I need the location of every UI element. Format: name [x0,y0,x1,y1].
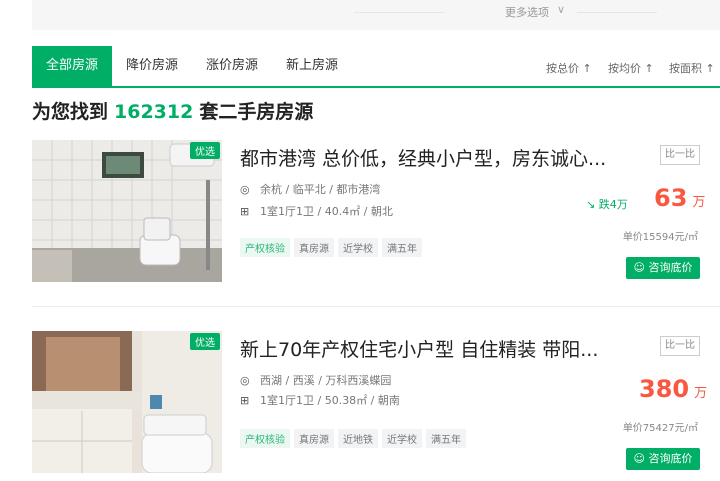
tag: 近学校 [382,429,422,448]
tag: 满五年 [382,238,422,257]
more-options-button[interactable]: 更多选项 [505,4,549,20]
spec-text: 1室1厅1卫 / 50.38㎡ / 朝南 [260,394,400,407]
listing-title[interactable]: 都市港湾 总价低，经典小户型，房东诚心... [240,144,606,171]
tag: 真房源 [294,238,334,257]
price-unit: 万 [694,386,708,401]
floorplan-icon: ⊞ [240,205,250,218]
compare-button[interactable]: 比一比 [660,336,700,356]
divider-line [354,12,444,13]
listing-photo[interactable]: 优选 [32,140,222,282]
chat-icon: ☺ [633,452,645,465]
result-summary: 为您找到 162312 套二手房房源 [32,97,313,124]
tab-all-listings[interactable]: 全部房源 [32,46,112,86]
price-drop-indicator: ↘ 跌4万 [586,196,628,212]
listing-location: ◎ 西湖 / 西溪 / 万科西溪蝶园 [240,372,391,388]
trend-down-icon: ↘ [586,198,596,211]
tag: 满五年 [426,429,466,448]
unit-price: 单价75427元/㎡ [622,423,698,434]
price-unit: 万 [692,195,706,210]
sort-total-price[interactable]: 按总价 ↑ [546,60,592,76]
tab-price-drop[interactable]: 降价房源 [112,46,192,86]
price-drop-text: 跌4万 [598,198,628,211]
divider-line [577,12,657,13]
tab-new-listings[interactable]: 新上房源 [272,46,352,86]
result-suffix: 套二手房房源 [199,101,314,123]
listing-spec: ⊞ 1室1厅1卫 / 50.38㎡ / 朝南 [240,392,400,408]
spec-text: 1室1厅1卫 / 40.4㎡ / 朝北 [260,205,393,218]
ask-lowest-price-button[interactable]: ☺ 咨询底价 [626,448,700,470]
chevron-down-icon[interactable]: ∨ [557,3,565,16]
more-options-bar: 更多选项 ∨ [32,0,720,30]
tag: 近学校 [338,238,378,257]
listing-card: 优选 新上70年产权住宅小户型 自住精装 带阳... 比一比 ◎ 西湖 / 西溪 … [32,331,720,481]
price-value: 63 [654,184,688,212]
preferred-badge: 优选 [190,333,220,350]
result-count: 162312 [114,101,194,123]
preferred-badge: 优选 [190,142,220,159]
listing-photo[interactable]: 优选 [32,331,222,473]
chat-icon: ☺ [633,261,645,274]
tab-price-rise[interactable]: 涨价房源 [192,46,272,86]
location-pin-icon: ◎ [240,374,250,387]
ask-label: 咨询底价 [648,452,693,465]
sort-area[interactable]: 按面积 ↑ [669,60,715,76]
price-value: 380 [639,375,690,403]
location-text[interactable]: 西湖 / 西溪 / 万科西溪蝶园 [260,374,391,387]
unit-price: 单价15594元/㎡ [622,232,698,243]
ask-label: 咨询底价 [648,261,693,274]
listing-tags: 产权核验 真房源 近学校 满五年 [240,237,426,257]
listing-tags: 产权核验 真房源 近地铁 近学校 满五年 [240,428,470,448]
listing-title[interactable]: 新上70年产权住宅小户型 自住精装 带阳... [240,335,598,362]
tag: 产权核验 [240,429,290,448]
total-price: 63 万 [654,184,705,212]
tag: 真房源 [294,429,334,448]
listing-card: 优选 都市港湾 总价低，经典小户型，房东诚心... 比一比 ◎ 余杭 / 临平北 … [32,140,720,290]
listing-divider [32,306,720,307]
location-text[interactable]: 余杭 / 临平北 / 都市港湾 [260,183,380,196]
listing-tabs: 全部房源 降价房源 涨价房源 新上房源 按总价 ↑ 按均价 ↑ 按面积 ↑ [32,46,720,88]
location-pin-icon: ◎ [240,183,250,196]
total-price: 380 万 [639,375,707,403]
result-prefix: 为您找到 [32,101,109,123]
listing-spec: ⊞ 1室1厅1卫 / 40.4㎡ / 朝北 [240,203,393,219]
compare-button[interactable]: 比一比 [660,145,700,165]
sort-unit-price[interactable]: 按均价 ↑ [608,60,654,76]
ask-lowest-price-button[interactable]: ☺ 咨询底价 [626,257,700,279]
tag: 产权核验 [240,238,290,257]
tag: 近地铁 [338,429,378,448]
listing-location: ◎ 余杭 / 临平北 / 都市港湾 [240,181,380,197]
floorplan-icon: ⊞ [240,394,250,407]
